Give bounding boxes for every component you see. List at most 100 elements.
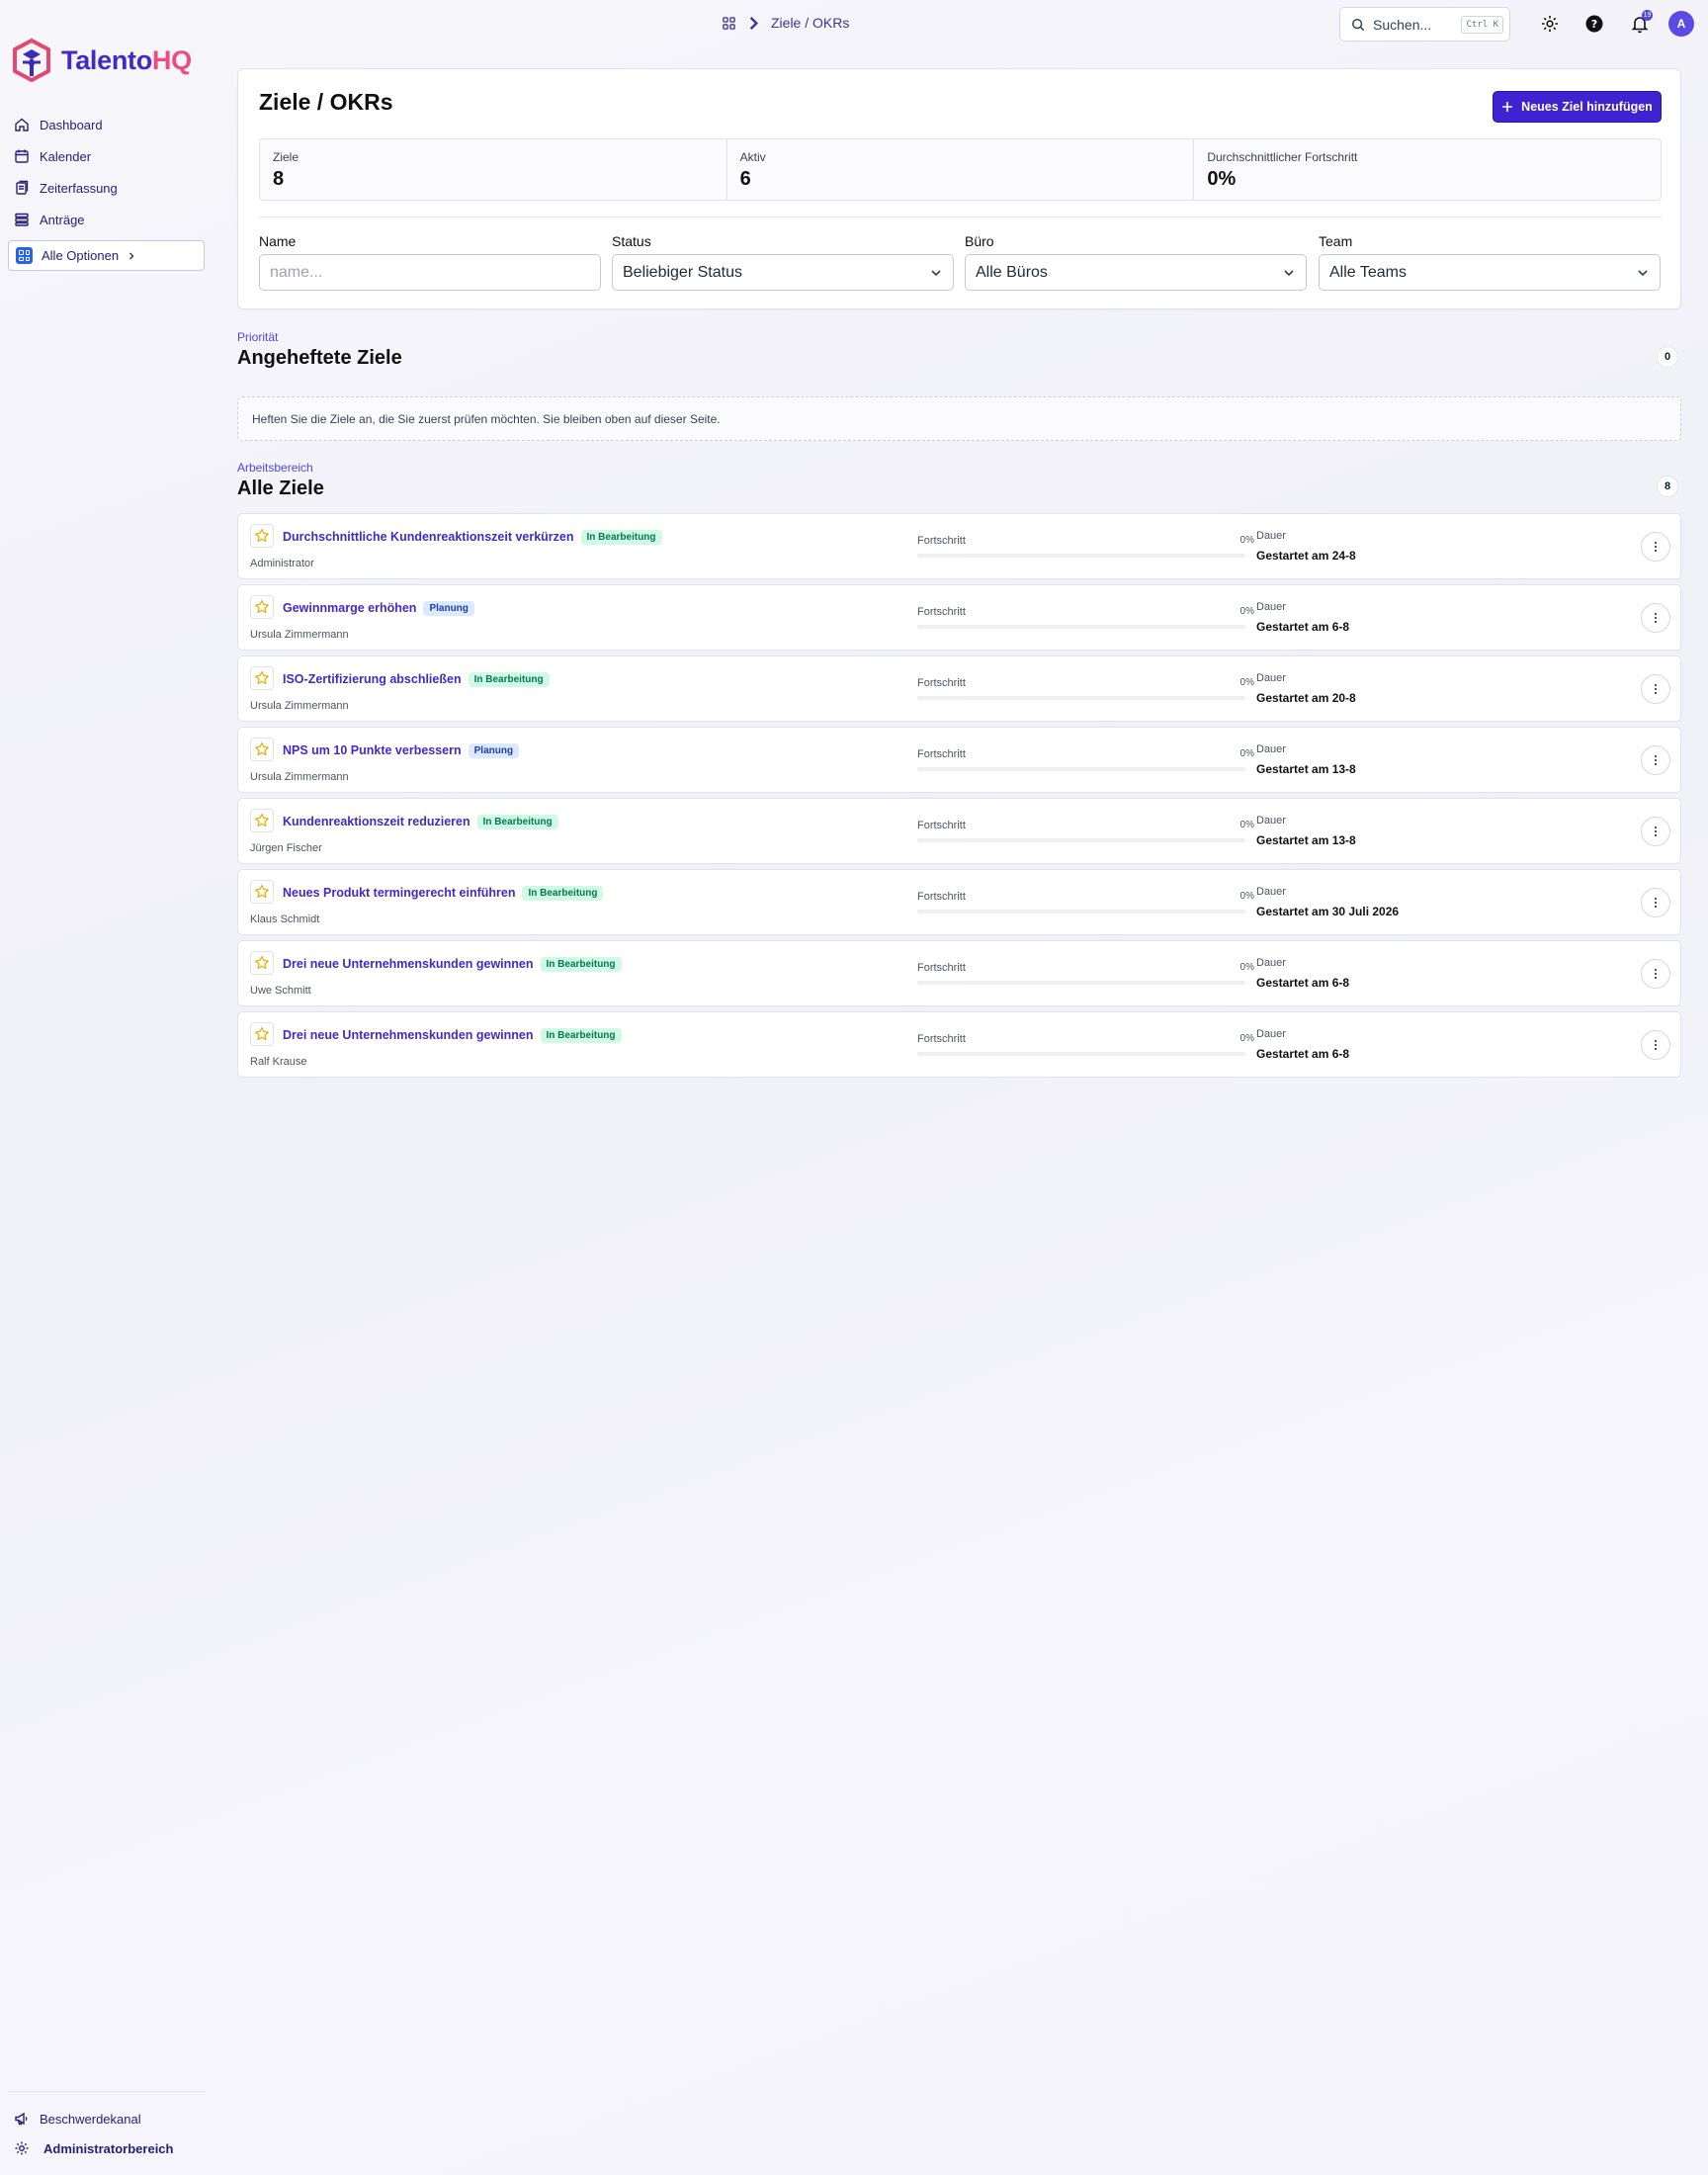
sidebar-item-administratorbereich[interactable]: Administratorbereich	[14, 2133, 173, 2163]
pin-star-button[interactable]	[250, 666, 274, 690]
goal-row[interactable]: Kundenreaktionszeit reduzieren In Bearbei…	[237, 798, 1681, 864]
apps-grid-icon[interactable]	[722, 16, 736, 31]
star-icon	[255, 813, 269, 827]
sidebar-item-label: Dashboard	[40, 117, 103, 132]
goal-title-text: NPS um 10 Punkte verbessern	[283, 743, 462, 757]
breadcrumb: Ziele / OKRs	[722, 15, 849, 31]
stat-active: Aktiv 6	[727, 139, 1195, 200]
main-nav: Dashboard Kalender Zeiterfassung Anträge	[14, 109, 118, 235]
all-goals-count: 8	[1657, 476, 1678, 497]
duration-label: Dauer	[1256, 957, 1286, 969]
goal-menu-button[interactable]	[1641, 817, 1670, 846]
pinned-kicker: Priorität	[237, 330, 279, 344]
sidebar-item-beschwerdekanal[interactable]: Beschwerdekanal	[14, 2104, 173, 2133]
goal-title-text: ISO-Zertifizierung abschließen	[283, 672, 462, 686]
goal-menu-button[interactable]	[1641, 888, 1670, 917]
svg-text:?: ?	[1591, 18, 1597, 31]
progress-percent: 0%	[1239, 748, 1254, 759]
home-icon	[15, 118, 29, 131]
search-icon	[1352, 18, 1365, 31]
goal-title-link[interactable]: Drei neue Unternehmenskunden gewinnen In …	[283, 1028, 622, 1043]
help-icon[interactable]: ?	[1584, 14, 1604, 34]
goal-menu-button[interactable]	[1641, 603, 1670, 633]
sidebar-item-zeiterfassung[interactable]: Zeiterfassung	[14, 172, 118, 204]
goal-row[interactable]: Neues Produkt termingerecht einführen In …	[237, 869, 1681, 935]
goal-menu-button[interactable]	[1641, 959, 1670, 989]
name-filter-input[interactable]: name...	[259, 254, 601, 291]
duration-value: Gestartet am 13-8	[1256, 833, 1356, 847]
goal-title-link[interactable]: Gewinnmarge erhöhen Planung	[283, 601, 474, 616]
goal-menu-button[interactable]	[1641, 1030, 1670, 1060]
pin-star-button[interactable]	[250, 880, 274, 904]
duration-value: Gestartet am 13-8	[1256, 762, 1356, 776]
breadcrumb-current[interactable]: Ziele / OKRs	[771, 15, 849, 31]
goal-title-text: Gewinnmarge erhöhen	[283, 601, 417, 615]
pinned-count: 0	[1657, 346, 1678, 368]
progress-percent: 0%	[1239, 606, 1254, 617]
pin-star-button[interactable]	[250, 1022, 274, 1046]
sidebar: TalentoHQ Dashboard Kalender Zeiterfassu…	[0, 0, 212, 2175]
filter-label: Name	[259, 233, 297, 249]
goal-title-text: Drei neue Unternehmenskunden gewinnen	[283, 957, 534, 971]
more-vertical-icon	[1654, 541, 1658, 553]
progress-percent: 0%	[1239, 677, 1254, 688]
goal-menu-button[interactable]	[1641, 532, 1670, 562]
team-select[interactable]: Alle Teams	[1319, 254, 1661, 291]
page-title: Ziele / OKRs	[259, 89, 393, 115]
goal-menu-button[interactable]	[1641, 745, 1670, 775]
duration-value: Gestartet am 30 Juli 2026	[1256, 905, 1400, 918]
star-icon	[255, 1026, 269, 1041]
status-badge: In Bearbeitung	[476, 815, 558, 829]
add-goal-button[interactable]: Neues Ziel hinzufügen	[1493, 91, 1662, 123]
progress-label: Fortschritt	[917, 891, 966, 903]
pin-star-button[interactable]	[250, 809, 274, 832]
filter-status: Status Beliebiger Status	[612, 233, 954, 291]
pin-star-button[interactable]	[250, 524, 274, 548]
goal-title-link[interactable]: Drei neue Unternehmenskunden gewinnen In …	[283, 957, 622, 972]
header-divider	[259, 217, 1662, 218]
goal-title-link[interactable]: ISO-Zertifizierung abschließen In Bearbei…	[283, 672, 550, 687]
more-vertical-icon	[1654, 1039, 1658, 1051]
goals-header-card: Ziele / OKRs Neues Ziel hinzufügen Ziele…	[237, 68, 1681, 309]
stat-label: Durchschnittlicher Fortschritt	[1207, 150, 1358, 164]
all-options-button[interactable]: Alle Optionen	[8, 240, 205, 271]
goal-title-link[interactable]: Kundenreaktionszeit reduzieren In Bearbei…	[283, 815, 558, 829]
filter-office: Büro Alle Büros	[965, 233, 1307, 291]
duration-label: Dauer	[1256, 1028, 1286, 1040]
progress-label: Fortschritt	[917, 535, 966, 547]
goal-title-link[interactable]: Neues Produkt termingerecht einführen In …	[283, 886, 604, 901]
office-select[interactable]: Alle Büros	[965, 254, 1307, 291]
progress-bar	[917, 625, 1245, 629]
goal-row[interactable]: Drei neue Unternehmenskunden gewinnen In …	[237, 1011, 1681, 1078]
status-badge: In Bearbeitung	[468, 672, 550, 687]
status-select[interactable]: Beliebiger Status	[612, 254, 954, 291]
goal-title-link[interactable]: Durchschnittliche Kundenreaktionszeit ve…	[283, 530, 662, 545]
goal-row[interactable]: NPS um 10 Punkte verbessern Planung Ursul…	[237, 727, 1681, 793]
sidebar-item-antraege[interactable]: Anträge	[14, 204, 118, 235]
sidebar-item-dashboard[interactable]: Dashboard	[14, 109, 118, 140]
avatar[interactable]: A	[1668, 11, 1694, 37]
goal-row[interactable]: Gewinnmarge erhöhen Planung Ursula Zimmer…	[237, 584, 1681, 651]
filter-label: Status	[612, 233, 651, 249]
search-input[interactable]: Suchen... Ctrl K	[1339, 7, 1510, 42]
brand-name: TalentoHQ	[61, 44, 192, 75]
goal-title-link[interactable]: NPS um 10 Punkte verbessern Planung	[283, 743, 520, 758]
more-vertical-icon	[1654, 612, 1658, 624]
progress-bar	[917, 910, 1245, 914]
goal-owner: Klaus Schmidt	[250, 914, 320, 925]
chevron-down-icon	[1284, 269, 1294, 276]
goal-menu-button[interactable]	[1641, 674, 1670, 704]
stat-value: 8	[273, 168, 285, 190]
pin-star-button[interactable]	[250, 951, 274, 975]
goal-row[interactable]: Drei neue Unternehmenskunden gewinnen In …	[237, 940, 1681, 1006]
goal-row[interactable]: Durchschnittliche Kundenreaktionszeit ve…	[237, 513, 1681, 579]
sidebar-divider	[8, 2091, 206, 2092]
brand-logo[interactable]: TalentoHQ	[12, 39, 192, 82]
goal-row[interactable]: ISO-Zertifizierung abschließen In Bearbei…	[237, 655, 1681, 722]
pin-star-button[interactable]	[250, 738, 274, 761]
pin-star-button[interactable]	[250, 595, 274, 619]
sidebar-item-kalender[interactable]: Kalender	[14, 140, 118, 172]
settings-gear-icon[interactable]	[1540, 14, 1560, 34]
progress-label: Fortschritt	[917, 962, 966, 974]
progress-label: Fortschritt	[917, 1033, 966, 1045]
